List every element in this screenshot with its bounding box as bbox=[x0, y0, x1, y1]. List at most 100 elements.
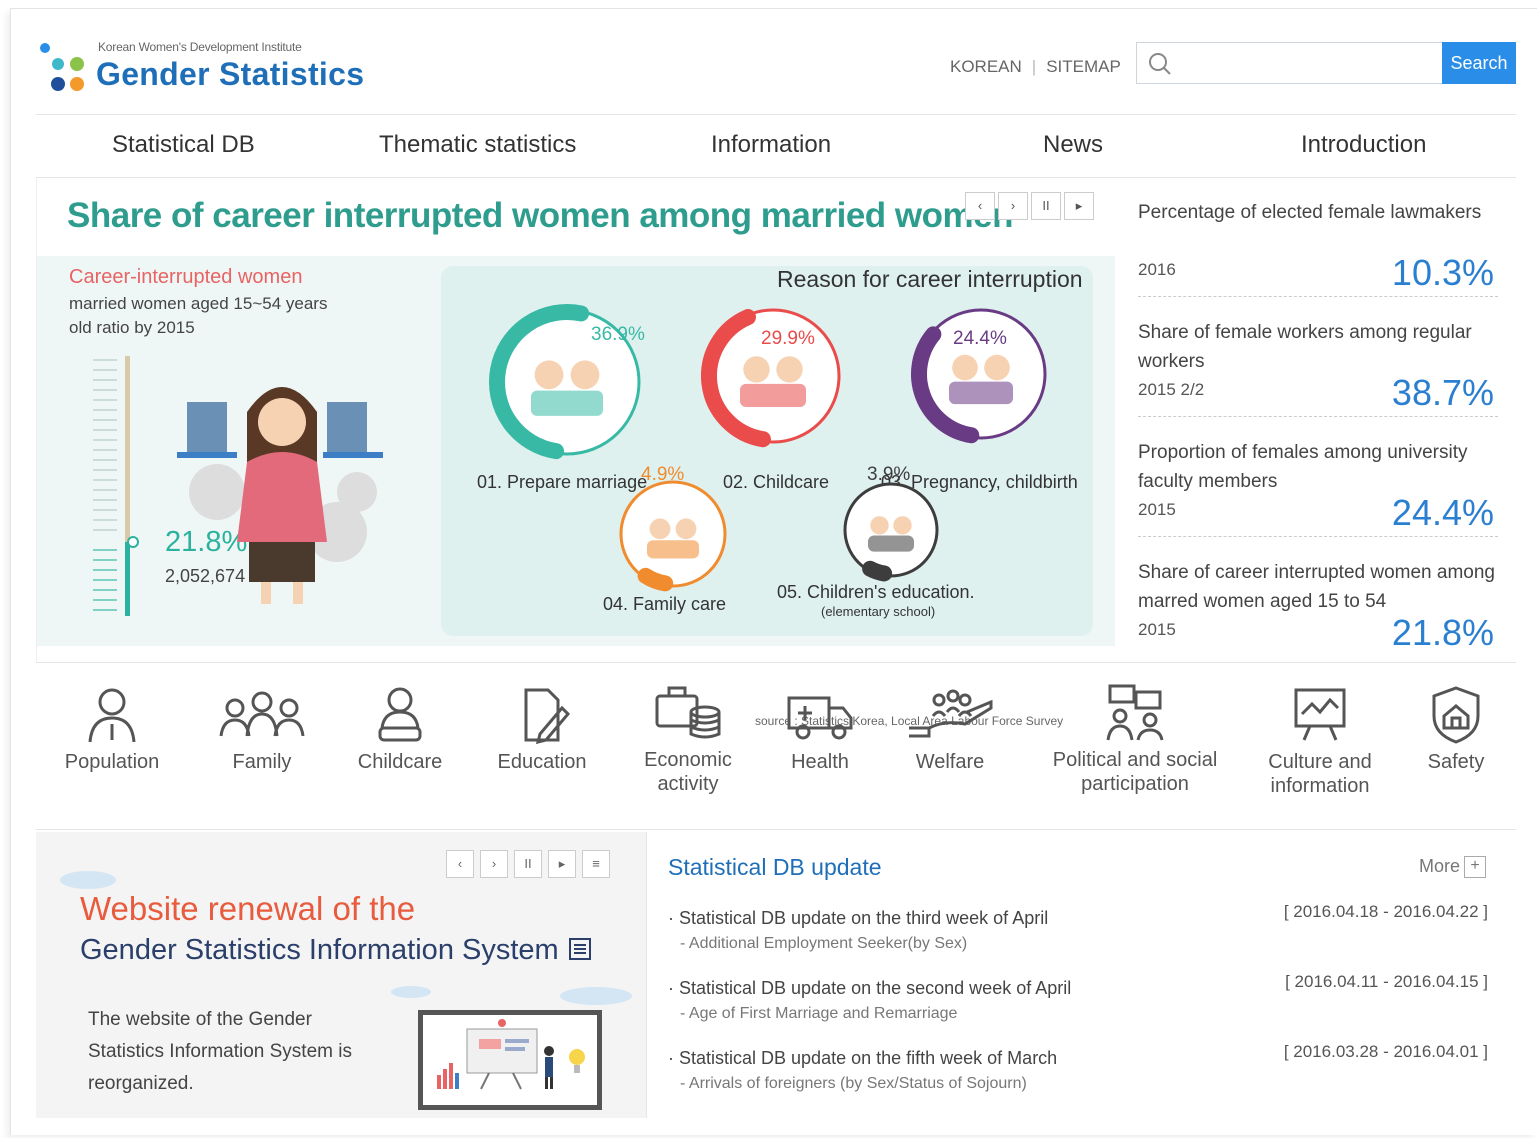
more-label: More bbox=[1419, 856, 1461, 876]
nav-thematic-statistics[interactable]: Thematic statistics bbox=[379, 131, 576, 159]
people-illustration bbox=[952, 354, 978, 381]
ratio-gauge-icon bbox=[93, 356, 139, 616]
update-sub-text: Age of First Marriage and Remarriage bbox=[688, 1005, 958, 1022]
reason-ring: 3.9% 05. Children's education. (elementary… bbox=[777, 464, 975, 619]
stat-item[interactable]: Percentage of elected female lawmakers 2… bbox=[1138, 178, 1498, 297]
korean-link[interactable]: KOREAN bbox=[950, 57, 1022, 76]
category-childcare[interactable]: Childcare bbox=[338, 684, 462, 774]
nav-information[interactable]: Information bbox=[711, 131, 831, 159]
stat-year: 2015 bbox=[1138, 620, 1176, 639]
people-illustration bbox=[675, 518, 697, 540]
banner-description: The website of the Gender Statistics Inf… bbox=[88, 1009, 352, 1094]
ring-outline bbox=[843, 482, 939, 578]
reason-percent: 4.9% bbox=[641, 464, 685, 485]
util-divider: | bbox=[1031, 57, 1037, 76]
infographic: Career-interrupted women married women a… bbox=[37, 256, 1115, 728]
banner-list-button[interactable]: ≡ bbox=[582, 850, 610, 878]
family-icon bbox=[219, 691, 305, 737]
woman-illustration bbox=[177, 387, 383, 604]
nav-statistical-db[interactable]: Statistical DB bbox=[112, 131, 255, 159]
reason-ring-chart bbox=[843, 482, 939, 582]
search-box: Search bbox=[1136, 42, 1516, 84]
search-button[interactable]: Search bbox=[1442, 42, 1516, 84]
site-title: Gender Statistics bbox=[96, 56, 365, 92]
stat-item[interactable]: Share of female workers among regular wo… bbox=[1138, 298, 1498, 417]
update-sub-text: Arrivals of foreigners (by Sex/Status of… bbox=[688, 1075, 1027, 1092]
stat-value: 24.4% bbox=[1391, 492, 1494, 533]
stat-year: 2015 2/2 bbox=[1138, 380, 1205, 399]
logo-dots-icon bbox=[40, 43, 84, 91]
category-label: Safety bbox=[1427, 751, 1485, 773]
category-label: Welfare bbox=[915, 751, 985, 773]
stat-item[interactable]: Proportion of females among university f… bbox=[1138, 418, 1498, 537]
hero-title: Share of career interrupted women among … bbox=[67, 196, 1013, 235]
person-icon bbox=[88, 688, 136, 743]
banner-play-button[interactable]: ▸ bbox=[548, 850, 576, 878]
updates-more-button[interactable]: More + bbox=[1419, 856, 1487, 879]
people-illustration bbox=[870, 516, 889, 535]
stat-year: 2015 bbox=[1138, 500, 1176, 519]
cloud-icon bbox=[391, 986, 431, 998]
reason-title: Reason for career interruption bbox=[777, 266, 1083, 292]
category-economic-activity[interactable]: Economic activity bbox=[626, 682, 750, 796]
hero-slider: Share of career interrupted women among … bbox=[36, 178, 1115, 728]
hero-pause-button[interactable]: II bbox=[1031, 192, 1061, 220]
education-icon bbox=[524, 688, 571, 744]
document-icon bbox=[568, 938, 591, 960]
category-population[interactable]: Population bbox=[50, 684, 174, 774]
career-interrupted-title: Career-interrupted women bbox=[69, 266, 303, 288]
hero-play-button[interactable]: ▸ bbox=[1064, 192, 1094, 220]
category-label: Childcare bbox=[357, 751, 443, 773]
hero-prev-button[interactable]: ‹ bbox=[965, 192, 995, 220]
banner-title-text: Gender Statistics Information System bbox=[80, 934, 559, 966]
category-education[interactable]: Education bbox=[480, 684, 604, 774]
welfare-hand-icon bbox=[909, 689, 993, 738]
hero-next-button[interactable]: › bbox=[998, 192, 1028, 220]
category-family[interactable]: Family bbox=[200, 684, 324, 774]
stat-label: Share of career interrupted women among … bbox=[1138, 562, 1495, 612]
sitemap-link[interactable]: SITEMAP bbox=[1046, 57, 1121, 76]
category-label: Economic activity bbox=[644, 749, 732, 795]
childcare-icon bbox=[378, 687, 422, 742]
stat-item[interactable]: Share of career interrupted women among … bbox=[1138, 538, 1498, 656]
update-date: [ 2016.03.28 - 2016.04.01 ] bbox=[1283, 1042, 1488, 1061]
reason-label: 05. Children's education. bbox=[777, 582, 975, 602]
people-illustration bbox=[743, 356, 770, 383]
category-welfare[interactable]: Welfare bbox=[888, 684, 1012, 774]
org-name: Korean Women's Development Institute bbox=[98, 40, 302, 54]
notice-banner: ‹ › II ▸ ≡ Website renewal of the Gender Sta… bbox=[36, 832, 647, 1118]
banner-title-line1[interactable]: Website renewal of the bbox=[80, 890, 415, 928]
nav-news[interactable]: News bbox=[1043, 131, 1103, 159]
update-sub: - Additional Employment Seeker(by Sex) bbox=[680, 935, 968, 952]
career-interrupted-desc: married women aged 15~54 years old ratio… bbox=[69, 294, 328, 337]
economic-icon bbox=[655, 686, 721, 739]
category-political-social-participation[interactable]: Political and social participation bbox=[1042, 682, 1228, 796]
update-item[interactable]: · Statistical DB update on the fifth wee… bbox=[668, 1042, 1488, 1093]
category-label: Education bbox=[497, 751, 587, 773]
banner-next-button[interactable]: › bbox=[480, 850, 508, 878]
banner-prev-button[interactable]: ‹ bbox=[446, 850, 474, 878]
category-health[interactable]: Health bbox=[758, 684, 882, 774]
banner-title-line2[interactable]: Gender Statistics Information System bbox=[80, 934, 593, 967]
updates-title: Statistical DB update bbox=[668, 854, 882, 880]
update-item[interactable]: · Statistical DB update on the third wee… bbox=[668, 902, 1488, 953]
key-stats: Percentage of elected female lawmakers 2… bbox=[1114, 178, 1516, 663]
update-item[interactable]: · Statistical DB update on the second we… bbox=[668, 972, 1488, 1023]
banner-pause-button[interactable]: II bbox=[514, 850, 542, 878]
site-logo[interactable]: Korean Women's Development Institute Gen… bbox=[36, 38, 366, 98]
category-label: Family bbox=[232, 751, 292, 773]
nav-introduction[interactable]: Introduction bbox=[1301, 131, 1426, 159]
ring-value-arc bbox=[862, 560, 893, 582]
stat-year: 2016 bbox=[1138, 260, 1176, 279]
hero-controls: ‹ › II ▸ bbox=[965, 192, 1097, 220]
cloud-icon bbox=[560, 987, 632, 1005]
category-culture-information[interactable]: Culture and information bbox=[1250, 684, 1390, 798]
ambulance-icon bbox=[787, 696, 853, 740]
people-illustration bbox=[531, 390, 603, 416]
category-safety[interactable]: Safety bbox=[1410, 684, 1502, 774]
banner-presentation-image bbox=[418, 1010, 602, 1110]
search-input[interactable] bbox=[1177, 47, 1441, 81]
reason-percent: 36.9% bbox=[591, 324, 645, 345]
update-title-text: Statistical DB update on the third week … bbox=[679, 908, 1049, 928]
update-sub: - Age of First Marriage and Remarriage bbox=[680, 1005, 958, 1022]
